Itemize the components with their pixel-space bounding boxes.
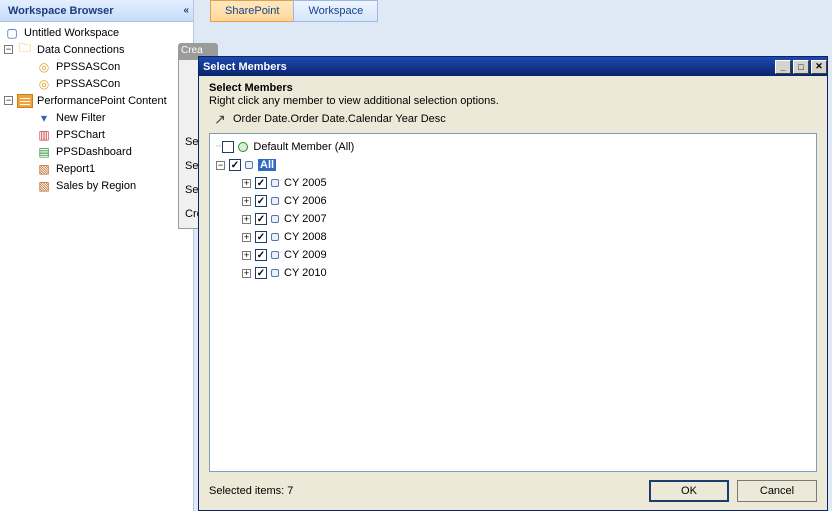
member-icon <box>271 215 279 223</box>
close-button[interactable]: ✕ <box>811 60 827 74</box>
workspace-browser-panel: Workspace Browser « ▢ Untitled Workspace… <box>0 0 194 511</box>
dialog-footer: Selected items: 7 OK Cancel <box>209 480 817 502</box>
member-label: Default Member (All) <box>253 141 354 153</box>
report-icon: ▧ <box>36 162 52 176</box>
member-icon <box>245 161 253 169</box>
dialog-subheader: Right click any member to view additiona… <box>209 95 817 107</box>
expand-icon[interactable]: + <box>242 269 251 278</box>
selected-count: Selected items: 7 <box>209 485 293 497</box>
member-year[interactable]: + ✓ CY 2008 <box>216 228 810 246</box>
member-label-selected: All <box>258 159 276 171</box>
folder-icon: 🗀 <box>17 43 33 57</box>
dimension-row: ↗ Order Date.Order Date.Calendar Year De… <box>209 111 817 127</box>
default-member-icon <box>238 142 248 152</box>
member-icon <box>271 179 279 187</box>
tree-leaf-report[interactable]: ▧ Report1 <box>0 160 193 177</box>
dialog-titlebar[interactable]: Select Members _ □ ✕ <box>199 57 827 76</box>
member-year[interactable]: + ✓ CY 2009 <box>216 246 810 264</box>
dialog-title: Select Members <box>203 61 287 73</box>
expand-icon[interactable]: + <box>242 233 251 242</box>
expand-icon[interactable]: − <box>4 96 13 105</box>
member-year[interactable]: + ✓ CY 2007 <box>216 210 810 228</box>
expand-icon[interactable]: − <box>216 161 225 170</box>
datasource-icon: ◎ <box>36 60 52 74</box>
tab-sharepoint[interactable]: SharePoint <box>210 0 294 22</box>
dimension-path: Order Date.Order Date.Calendar Year Desc <box>233 113 446 125</box>
checkbox-checked[interactable]: ✓ <box>255 195 267 207</box>
member-label: CY 2005 <box>284 177 327 189</box>
tree-leaf-chart[interactable]: ▥ PPSChart <box>0 126 193 143</box>
workspace-browser-header: Workspace Browser « <box>0 0 193 22</box>
member-default[interactable]: ┈ Default Member (All) <box>216 138 810 156</box>
checkbox-checked[interactable]: ✓ <box>229 159 241 171</box>
member-label: CY 2008 <box>284 231 327 243</box>
member-tree[interactable]: ┈ Default Member (All) − ✓ All + ✓ CY 20… <box>209 133 817 472</box>
chart-icon: ▥ <box>36 128 52 142</box>
checkbox-unchecked[interactable] <box>222 141 234 153</box>
dimension-icon: ↗ <box>211 111 229 127</box>
tree-leaf-connection[interactable]: ◎ PPSSASCon <box>0 58 193 75</box>
tree-leaf-connection[interactable]: ◎ PPSSASCon <box>0 75 193 92</box>
expand-icon[interactable]: + <box>242 179 251 188</box>
expand-icon[interactable]: + <box>242 251 251 260</box>
minimize-button[interactable]: _ <box>775 60 791 74</box>
tree-leaf-dashboard[interactable]: ▤ PPSDashboard <box>0 143 193 160</box>
member-icon <box>271 251 279 259</box>
member-label: CY 2007 <box>284 213 327 225</box>
checkbox-checked[interactable]: ✓ <box>255 177 267 189</box>
dialog-body: Select Members Right click any member to… <box>199 76 827 510</box>
workspace-tree: ▢ Untitled Workspace − 🗀 Data Connection… <box>0 22 193 511</box>
member-label: CY 2006 <box>284 195 327 207</box>
tree-node-data-connections[interactable]: − 🗀 Data Connections <box>0 41 193 58</box>
cancel-button[interactable]: Cancel <box>737 480 817 502</box>
workspace-icon: ▢ <box>4 26 20 40</box>
list-icon <box>17 94 33 108</box>
member-year[interactable]: + ✓ CY 2006 <box>216 192 810 210</box>
filter-icon: ▾ <box>36 111 52 125</box>
member-label: CY 2009 <box>284 249 327 261</box>
checkbox-checked[interactable]: ✓ <box>255 267 267 279</box>
dashboard-icon: ▤ <box>36 145 52 159</box>
member-all[interactable]: − ✓ All <box>216 156 810 174</box>
tree-leaf-sales-report[interactable]: ▧ Sales by Region <box>0 177 193 194</box>
maximize-button[interactable]: □ <box>793 60 809 74</box>
tree-lines: ┈ <box>216 142 220 152</box>
main-tabstrip: SharePoint Workspace <box>210 0 377 22</box>
expand-icon[interactable]: − <box>4 45 13 54</box>
select-members-dialog: Select Members _ □ ✕ Select Members Righ… <box>198 56 828 511</box>
ok-button[interactable]: OK <box>649 480 729 502</box>
member-year[interactable]: + ✓ CY 2010 <box>216 264 810 282</box>
datasource-icon: ◎ <box>36 77 52 91</box>
member-label: CY 2010 <box>284 267 327 279</box>
checkbox-checked[interactable]: ✓ <box>255 231 267 243</box>
member-icon <box>271 269 279 277</box>
member-year[interactable]: + ✓ CY 2005 <box>216 174 810 192</box>
expand-icon[interactable]: + <box>242 197 251 206</box>
dialog-header: Select Members <box>209 82 817 94</box>
report-icon: ▧ <box>36 179 52 193</box>
tree-leaf-new-filter[interactable]: ▾ New Filter <box>0 109 193 126</box>
workspace-browser-title: Workspace Browser <box>8 5 114 17</box>
collapse-panel-icon[interactable]: « <box>183 5 189 16</box>
tree-node-pp-content[interactable]: − PerformancePoint Content <box>0 92 193 109</box>
member-icon <box>271 233 279 241</box>
checkbox-checked[interactable]: ✓ <box>255 249 267 261</box>
tab-workspace[interactable]: Workspace <box>293 0 378 22</box>
checkbox-checked[interactable]: ✓ <box>255 213 267 225</box>
member-icon <box>271 197 279 205</box>
expand-icon[interactable]: + <box>242 215 251 224</box>
